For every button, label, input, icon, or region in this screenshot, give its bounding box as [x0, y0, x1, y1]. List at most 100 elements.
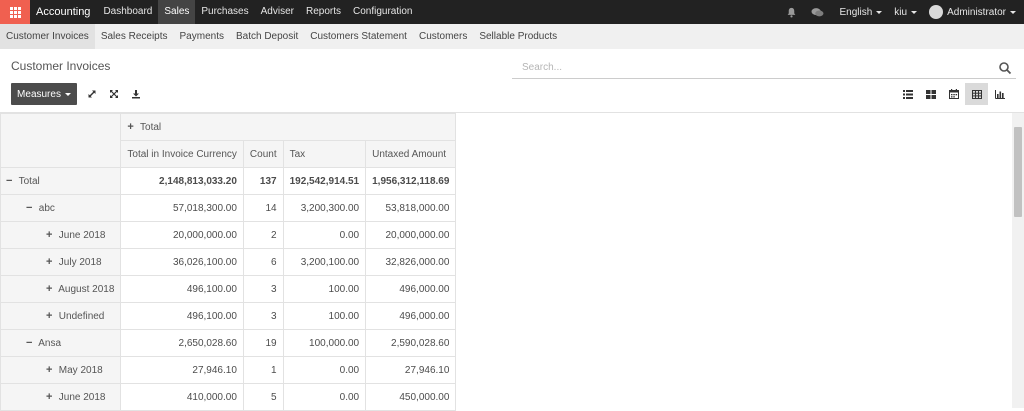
search-input[interactable]: [520, 57, 990, 77]
table-row: + July 2018 36,026,100.00 6 3,200,100.00 32,…: [0, 248, 457, 276]
pivot-cell[interactable]: 32,826,000.00: [365, 248, 457, 276]
pivot-cell[interactable]: 2,650,028.60: [120, 329, 244, 357]
pivot-cell[interactable]: 2,590,028.60: [365, 329, 457, 357]
pivot-cell[interactable]: 100,000.00: [282, 329, 367, 357]
subnav-item-customers[interactable]: Customers: [413, 24, 473, 49]
menu-item-dashboard[interactable]: Dashboard: [97, 0, 158, 24]
table-row: − abc 57,018,300.00 14 3,200,300.00 53,818,0…: [0, 194, 457, 222]
pivot-cell[interactable]: 14: [242, 194, 284, 222]
pivot-cell[interactable]: 2: [242, 221, 284, 249]
app-name[interactable]: Accounting: [30, 0, 97, 24]
plus-icon: +: [127, 121, 134, 133]
pivot-cell[interactable]: 0.00: [282, 221, 367, 249]
pivot-cell[interactable]: 0.00: [282, 356, 367, 384]
subnav-item-sales-receipts[interactable]: Sales Receipts: [95, 24, 174, 49]
list-view-button[interactable]: [896, 83, 919, 105]
language-selector[interactable]: English: [839, 7, 883, 18]
pivot-cell[interactable]: 137: [242, 167, 284, 195]
pivot-cell[interactable]: 3: [242, 275, 284, 303]
subnav-item-customers-statement[interactable]: Customers Statement: [304, 24, 413, 49]
flip-axis-button[interactable]: [81, 83, 103, 105]
plus-icon: +: [46, 229, 53, 241]
company-selector[interactable]: kiu: [894, 7, 918, 18]
row-header[interactable]: + June 2018: [0, 383, 122, 411]
row-header-label: May 2018: [58, 365, 103, 376]
expand-icon: [110, 90, 118, 98]
graph-view-button[interactable]: [988, 83, 1011, 105]
scrollbar-thumb[interactable]: [1014, 127, 1022, 217]
pivot-cell[interactable]: 20,000,000.00: [120, 221, 244, 249]
minus-icon: −: [26, 202, 33, 214]
apps-menu-button[interactable]: [0, 0, 30, 24]
table-row: + June 2018 20,000,000.00 2 0.00 20,000,000.…: [0, 221, 457, 249]
row-header[interactable]: − abc: [0, 194, 122, 222]
measures-dropdown-button[interactable]: Measures: [11, 83, 77, 105]
calendar-icon: [948, 89, 959, 99]
measure-header[interactable]: Tax: [282, 140, 367, 168]
pivot-cell[interactable]: 2,148,813,033.20: [120, 167, 244, 195]
pivot-cell[interactable]: 496,000.00: [365, 275, 457, 303]
row-header[interactable]: + Undefined: [0, 302, 122, 330]
pivot-cell[interactable]: 19: [242, 329, 284, 357]
pivot-cell[interactable]: 496,000.00: [365, 302, 457, 330]
secondary-menu: Customer Invoices Sales Receipts Payments B…: [0, 24, 1024, 49]
user-menu[interactable]: Administrator: [929, 5, 1016, 19]
row-header[interactable]: + June 2018: [0, 221, 122, 249]
pivot-table: + Total Total in Invoice Currency Count Ta…: [0, 113, 457, 411]
row-header[interactable]: + July 2018: [0, 248, 122, 276]
measure-header[interactable]: Count: [242, 140, 284, 168]
plus-icon: +: [46, 391, 53, 403]
pivot-cell[interactable]: 57,018,300.00: [120, 194, 244, 222]
chat-icon[interactable]: [807, 0, 827, 24]
pivot-cell[interactable]: 100.00: [282, 302, 367, 330]
pivot-cell[interactable]: 6: [242, 248, 284, 276]
row-header[interactable]: − Total: [0, 167, 122, 195]
vertical-scrollbar[interactable]: [1012, 113, 1024, 408]
subnav-item-payments[interactable]: Payments: [174, 24, 230, 49]
pivot-cell[interactable]: 192,542,914.51: [282, 167, 367, 195]
menu-item-sales[interactable]: Sales: [158, 0, 196, 24]
subnav-item-sellable-products[interactable]: Sellable Products: [473, 24, 563, 49]
pivot-cell[interactable]: 36,026,100.00: [120, 248, 244, 276]
pivot-cell[interactable]: 450,000.00: [365, 383, 457, 411]
pivot-cell[interactable]: 20,000,000.00: [365, 221, 457, 249]
measure-header[interactable]: Untaxed Amount: [365, 140, 457, 168]
pivot-cell[interactable]: 27,946.10: [120, 356, 244, 384]
menu-item-reports[interactable]: Reports: [300, 0, 347, 24]
chevron-down-icon: [876, 10, 883, 14]
pivot-cell[interactable]: 5: [242, 383, 284, 411]
subnav-item-customer-invoices[interactable]: Customer Invoices: [0, 24, 95, 49]
pivot-cell[interactable]: 0.00: [282, 383, 367, 411]
row-header[interactable]: + August 2018: [0, 275, 122, 303]
row-header[interactable]: + May 2018: [0, 356, 122, 384]
plus-icon: +: [46, 256, 53, 268]
search-icon[interactable]: [998, 61, 1012, 75]
pivot-cell[interactable]: 496,100.00: [120, 275, 244, 303]
row-header[interactable]: − Ansa: [0, 329, 122, 357]
pivot-cell[interactable]: 3,200,300.00: [282, 194, 367, 222]
expand-all-button[interactable]: [103, 83, 125, 105]
bell-icon[interactable]: [781, 0, 801, 24]
pivot-cell[interactable]: 1,956,312,118.69: [365, 167, 457, 195]
kanban-view-button[interactable]: [919, 83, 942, 105]
download-button[interactable]: [125, 83, 147, 105]
col-header-total[interactable]: + Total: [120, 113, 457, 141]
menu-item-purchases[interactable]: Purchases: [195, 0, 254, 24]
subnav-item-batch-deposit[interactable]: Batch Deposit: [230, 24, 304, 49]
pivot-cell[interactable]: 53,818,000.00: [365, 194, 457, 222]
pivot-cell[interactable]: 496,100.00: [120, 302, 244, 330]
pivot-cell[interactable]: 3: [242, 302, 284, 330]
pivot-view-button[interactable]: [965, 83, 988, 105]
pivot-cell[interactable]: 410,000.00: [120, 383, 244, 411]
pivot-cell[interactable]: 100.00: [282, 275, 367, 303]
pivot-cell[interactable]: 27,946.10: [365, 356, 457, 384]
pivot-cell[interactable]: 1: [242, 356, 284, 384]
control-panel: Customer Invoices Measures: [0, 49, 1024, 112]
pivot-cell[interactable]: 3,200,100.00: [282, 248, 367, 276]
measure-header[interactable]: Total in Invoice Currency: [120, 140, 244, 168]
menu-item-adviser[interactable]: Adviser: [255, 0, 300, 24]
systray: English kiu Administrator: [781, 0, 1024, 24]
calendar-view-button[interactable]: [942, 83, 965, 105]
row-header-label: Ansa: [38, 338, 62, 349]
menu-item-configuration[interactable]: Configuration: [347, 0, 418, 24]
